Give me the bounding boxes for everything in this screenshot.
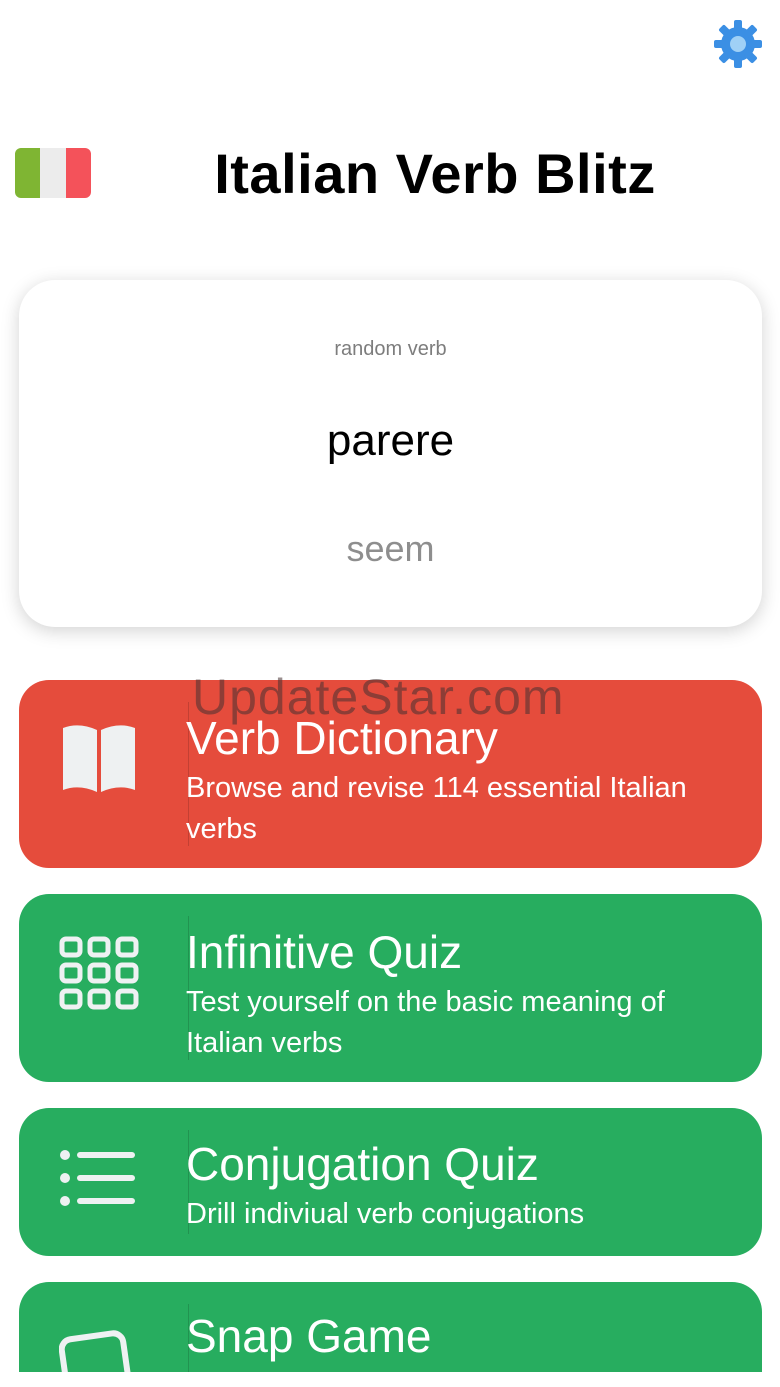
verb-translation: seem (346, 528, 435, 569)
gear-icon (714, 20, 762, 68)
list-icon (59, 1140, 139, 1220)
menu-title: Verb Dictionary (186, 712, 498, 764)
random-verb-card[interactable]: random verb parere seem (19, 280, 762, 627)
menu-title: Infinitive Quiz (186, 926, 463, 978)
menu-title: Conjugation Quiz (186, 1138, 539, 1190)
book-icon (59, 718, 139, 798)
random-verb: parere (326, 416, 455, 465)
italian-flag (15, 148, 91, 198)
settings-button[interactable] (710, 16, 766, 72)
infinitive-quiz-button[interactable]: Infinitive Quiz Test yourself on the bas… (19, 894, 762, 1082)
conjugation-quiz-button[interactable]: Conjugation Quiz Drill indiviual verb co… (19, 1108, 762, 1256)
app-title: Italian Verb Blitz (214, 142, 656, 205)
menu-description: Drill indiviual verb conjugations (186, 1198, 585, 1230)
cards-icon (59, 1322, 139, 1372)
snap-game-button[interactable]: Snap Game (19, 1282, 762, 1372)
random-verb-label: random verb (334, 338, 447, 360)
menu-description: Test yourself on the basic meaning of It… (186, 986, 665, 1059)
menu-description: Browse and revise 114 essential Italian … (186, 772, 687, 845)
menu-title: Snap Game (186, 1310, 432, 1362)
verb-dictionary-button[interactable]: Verb Dictionary Browse and revise 114 es… (19, 680, 762, 868)
grid-icon (59, 936, 139, 1016)
